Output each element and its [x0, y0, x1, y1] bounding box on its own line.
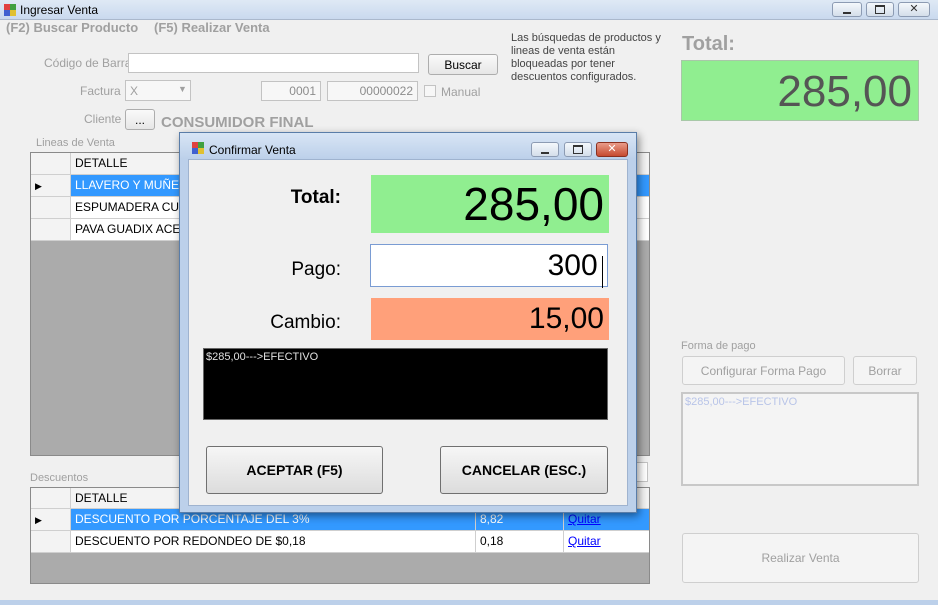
search-button-label: Buscar: [444, 57, 482, 72]
dialog-total-display: 285,00: [371, 175, 609, 233]
dialog-total-label: Total:: [290, 187, 341, 208]
minimize-icon: [541, 151, 549, 154]
row-header[interactable]: ▶: [31, 509, 71, 531]
minimize-button[interactable]: [832, 2, 862, 17]
payment-title: Forma de pago: [681, 340, 756, 352]
total-value: 285,00: [777, 67, 912, 116]
bottom-border: [0, 600, 938, 605]
dialog-close-button[interactable]: ✕: [596, 142, 628, 157]
maximize-icon: [573, 145, 583, 154]
lock-notice: Las búsquedas de productos y lineas de v…: [511, 32, 661, 83]
window-title: Ingresar Venta: [20, 3, 99, 17]
maximize-icon: [875, 5, 885, 14]
row-pointer-icon: ▶: [35, 515, 42, 525]
discount-detail[interactable]: DESCUENTO POR REDONDEO DE $0,18: [71, 531, 476, 553]
client-name: CONSUMIDOR FINAL: [161, 114, 314, 131]
payment-summary-text: $285,00--->EFECTIVO: [685, 396, 798, 408]
dialog-payment-label: Pago:: [291, 259, 341, 280]
dialog-app-icon: [192, 142, 204, 154]
dialog-body: Total: 285,00 Pago: 300 Cambio: 15,00 $2…: [188, 159, 628, 506]
lines-corner: [31, 153, 71, 175]
invoice-label: Factura: [80, 84, 121, 98]
close-button[interactable]: ✕: [898, 2, 930, 17]
client-button-label: ...: [134, 112, 145, 127]
chevron-down-icon: ▼: [178, 84, 187, 94]
barcode-input[interactable]: [128, 53, 419, 73]
discount-remove-link[interactable]: Quitar: [568, 512, 601, 526]
dialog-titlebar[interactable]: Confirmar Venta ✕: [180, 133, 636, 159]
realizar-venta-button[interactable]: Realizar Venta: [682, 533, 919, 583]
search-button[interactable]: Buscar: [428, 54, 498, 75]
barcode-label: Código de Barra: [44, 56, 132, 70]
dialog-payment-value: 300: [547, 249, 598, 282]
dialog-change-display: 15,00: [371, 298, 609, 340]
cancel-button[interactable]: CANCELAR (ESC.): [440, 446, 608, 494]
discount-remove-cell[interactable]: Quitar: [564, 531, 649, 553]
row-header[interactable]: [31, 197, 71, 219]
total-label: Total:: [682, 33, 735, 55]
close-icon: ✕: [607, 143, 617, 155]
shortcut-sale: (F5) Realizar Venta: [154, 20, 270, 35]
accept-button[interactable]: ACEPTAR (F5): [206, 446, 383, 494]
confirm-dialog[interactable]: Confirmar Venta ✕ Total: 285,00 Pago: 30…: [179, 132, 637, 513]
dialog-change-label: Cambio:: [270, 312, 341, 333]
row-pointer-icon: ▶: [35, 181, 42, 191]
invoice-number-field: 00000022: [327, 81, 418, 101]
client-select-button[interactable]: ...: [125, 109, 155, 130]
dialog-payment-input[interactable]: 300: [370, 244, 608, 288]
clear-payment-label: Borrar: [868, 363, 902, 378]
row-header[interactable]: [31, 219, 71, 241]
discount-remove-link[interactable]: Quitar: [568, 534, 601, 548]
dialog-title: Confirmar Venta: [209, 143, 296, 157]
dialog-payment-summary: $285,00--->EFECTIVO: [203, 348, 608, 420]
discounts-corner: [31, 488, 71, 509]
dialog-minimize-button[interactable]: [531, 142, 559, 157]
payment-summary-box: $285,00--->EFECTIVO: [681, 392, 919, 486]
total-display: 285,00: [681, 60, 919, 121]
text-cursor: [602, 255, 603, 288]
invoice-type-value: X: [130, 84, 139, 98]
realizar-venta-label: Realizar Venta: [761, 551, 840, 565]
row-header[interactable]: [31, 531, 71, 553]
maximize-button[interactable]: [866, 2, 894, 17]
lines-title: Lineas de Venta: [36, 137, 115, 149]
shortcut-search: (F2) Buscar Producto: [6, 20, 139, 35]
dialog-change-value: 15,00: [528, 302, 604, 335]
invoice-type-select[interactable]: X ▼: [125, 80, 191, 101]
configure-payment-button[interactable]: Configurar Forma Pago: [682, 356, 845, 385]
client-label: Cliente: [84, 112, 122, 126]
manual-label: Manual: [441, 85, 481, 99]
manual-checkbox[interactable]: [424, 85, 436, 97]
dialog-summary-text: $285,00--->EFECTIVO: [206, 351, 319, 363]
main-titlebar[interactable]: Ingresar Venta ✕: [0, 0, 938, 20]
cancel-button-label: CANCELAR (ESC.): [461, 462, 587, 478]
dialog-total-value: 285,00: [463, 178, 604, 230]
app-icon: [4, 4, 16, 16]
close-icon: ✕: [909, 3, 919, 15]
minimize-icon: [843, 11, 851, 14]
point-of-sale-field: 0001: [261, 81, 321, 101]
row-header[interactable]: ▶: [31, 175, 71, 197]
accept-button-label: ACEPTAR (F5): [246, 462, 343, 478]
configure-payment-label: Configurar Forma Pago: [700, 363, 827, 378]
discount-amount[interactable]: 0,18: [476, 531, 564, 553]
clear-payment-button[interactable]: Borrar: [853, 356, 917, 385]
dialog-maximize-button[interactable]: [564, 142, 592, 157]
discounts-title: Descuentos: [30, 472, 89, 484]
